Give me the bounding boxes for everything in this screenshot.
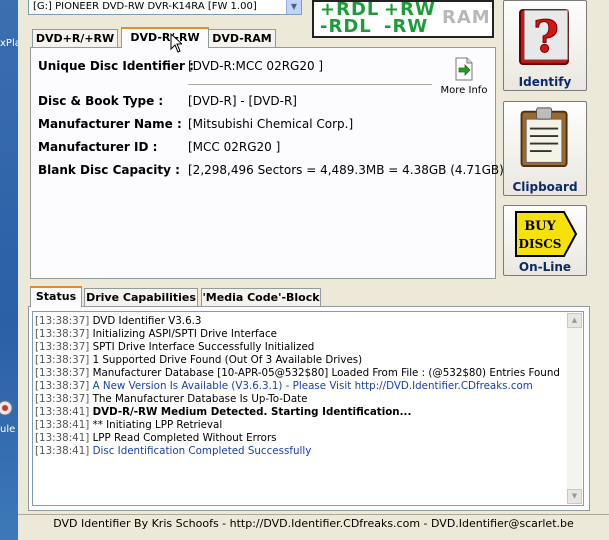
manufacturer-name-value: [Mitsubishi Chemical Corp.]: [188, 117, 354, 131]
vertical-scrollbar[interactable]: ▲ ▼: [567, 313, 582, 504]
log-line: [13:38:41] LPP Read Completed Without Er…: [35, 432, 565, 445]
document-arrow-icon: [455, 57, 473, 81]
log-line: [13:38:37] SPTI Drive Interface Successf…: [35, 341, 565, 354]
separator: [188, 84, 432, 88]
log-message: ** Initiating LPP Retrieval: [92, 419, 223, 431]
capacity-label: Blank Disc Capacity :: [38, 163, 180, 177]
log-line: [13:38:37] The Manufacturer Database Is …: [35, 393, 565, 406]
manufacturer-id-label: Manufacturer ID :: [38, 140, 158, 154]
log-message: Disc Identification Completed Successful…: [92, 445, 312, 457]
log-timestamp: [13:38:37]: [35, 380, 90, 392]
format-minus-rdl: -RDL: [320, 16, 372, 37]
tab-status[interactable]: Status: [30, 286, 82, 307]
tab-dvd-minus[interactable]: DVD-R/-RW: [121, 27, 209, 48]
disc-type-value: [DVD-R] - [DVD-R]: [188, 94, 297, 108]
log-timestamp: [13:38:41]: [35, 406, 90, 418]
desktop-shortcut-icon[interactable]: [0, 398, 14, 418]
log-line: [13:38:41] Disc Identification Completed…: [35, 445, 565, 458]
format-minus-rw: -RW: [384, 16, 429, 37]
log-timestamp: [13:38:37]: [35, 354, 90, 366]
buy-text: BUY: [524, 219, 556, 234]
svg-text:?: ?: [533, 12, 559, 63]
online-label: On-Line: [518, 260, 572, 274]
manufacturer-id-value: [MCC 02RG20 ]: [188, 140, 281, 154]
mouse-cursor-icon: [170, 33, 182, 53]
scroll-up-icon[interactable]: ▲: [567, 313, 582, 328]
tab-drive-capabilities[interactable]: Drive Capabilities: [84, 288, 198, 307]
desktop-background: xPla ule: [0, 0, 21, 540]
identify-button[interactable]: ? Identify: [503, 0, 587, 91]
log-line: [13:38:41] DVD-R/-RW Medium Detected. St…: [35, 406, 565, 419]
manufacturer-name-label: Manufacturer Name :: [38, 117, 182, 131]
identify-label: Identify: [518, 75, 572, 89]
more-info-label: More Info: [440, 85, 488, 96]
log-message: LPP Read Completed Without Errors: [92, 432, 277, 444]
format-ram: RAM: [442, 7, 491, 28]
log-message: DVD-R/-RW Medium Detected. Starting Iden…: [92, 406, 412, 418]
log-message: Manufacturer Database [10-APR-05@532$80]…: [92, 367, 560, 379]
log-lines: [13:38:37] DVD Identifier V3.6.3 [13:38:3…: [35, 315, 565, 458]
drive-select-value: [G:] PIONEER DVD-RW DVR-K14RA [FW 1.00]: [33, 1, 257, 12]
tab-dvd-minus-label: DVD-R/-RW: [130, 31, 200, 44]
online-button[interactable]: BUY DISCS On-Line: [503, 205, 587, 276]
log-timestamp: [13:38:37]: [35, 367, 90, 379]
log-line: [13:38:37] Initializing ASPI/SPTI Drive …: [35, 328, 565, 341]
tab-dvd-plus[interactable]: DVD+R/+RW: [32, 29, 118, 48]
disc-type-label: Disc & Book Type :: [38, 94, 164, 108]
drive-select[interactable]: [G:] PIONEER DVD-RW DVR-K14RA [FW 1.00] …: [28, 0, 302, 15]
log-timestamp: [13:38:37]: [35, 328, 90, 340]
more-info-button[interactable]: More Info: [440, 56, 488, 96]
desktop-icon-label[interactable]: ule: [0, 424, 15, 435]
discs-text: DISCS: [519, 237, 562, 251]
clipboard-icon: [520, 107, 568, 168]
log-timestamp: [13:38:41]: [35, 432, 90, 444]
supported-formats-logo: +RDL +RW -RDL -RW RAM: [312, 0, 494, 38]
udi-label: Unique Disc Identifier :: [38, 59, 194, 73]
log-timestamp: [13:38:41]: [35, 445, 90, 457]
log-message: 1 Supported Drive Found (Out Of 3 Availa…: [92, 354, 363, 366]
clipboard-label: Clipboard: [512, 180, 578, 194]
scroll-down-icon[interactable]: ▼: [567, 489, 582, 504]
log-line: [13:38:41] ** Initiating LPP Retrieval: [35, 419, 565, 432]
log-timestamp: [13:38:37]: [35, 341, 90, 353]
log-message: A New Version Is Available (V3.6.3.1) - …: [92, 380, 533, 392]
log-timestamp: [13:38:37]: [35, 393, 90, 405]
log-message: DVD Identifier V3.6.3: [92, 315, 202, 327]
question-book-icon: ?: [519, 9, 569, 65]
tab-media-code-block[interactable]: 'Media Code'-Block: [201, 288, 321, 307]
status-log[interactable]: [13:38:37] DVD Identifier V3.6.3 [13:38:3…: [32, 311, 584, 506]
log-line: [13:38:37] A New Version Is Available (V…: [35, 380, 565, 393]
chevron-down-icon[interactable]: ▼: [286, 0, 301, 14]
log-line: [13:38:37] DVD Identifier V3.6.3: [35, 315, 565, 328]
log-timestamp: [13:38:37]: [35, 315, 90, 327]
log-line: [13:38:37] 1 Supported Drive Found (Out …: [35, 354, 565, 367]
clipboard-button[interactable]: Clipboard: [503, 101, 587, 196]
log-line: [13:38:37] Manufacturer Database [10-APR…: [35, 367, 565, 380]
footer-credits: DVD Identifier By Kris Schoofs - http://…: [18, 514, 609, 535]
buy-discs-sign-icon: BUY DISCS: [515, 211, 578, 257]
log-message: Initializing ASPI/SPTI Drive Interface: [92, 328, 277, 340]
capacity-value: [2,298,496 Sectors = 4,489.3MB = 4.38GB …: [188, 163, 509, 177]
log-message: SPTI Drive Interface Successfully Initia…: [92, 341, 315, 353]
log-timestamp: [13:38:41]: [35, 419, 90, 431]
udi-value: [DVD-R:MCC 02RG20 ]: [188, 59, 324, 73]
log-message: The Manufacturer Database Is Up-To-Date: [92, 393, 308, 405]
tab-dvd-ram[interactable]: DVD-RAM: [208, 29, 276, 48]
